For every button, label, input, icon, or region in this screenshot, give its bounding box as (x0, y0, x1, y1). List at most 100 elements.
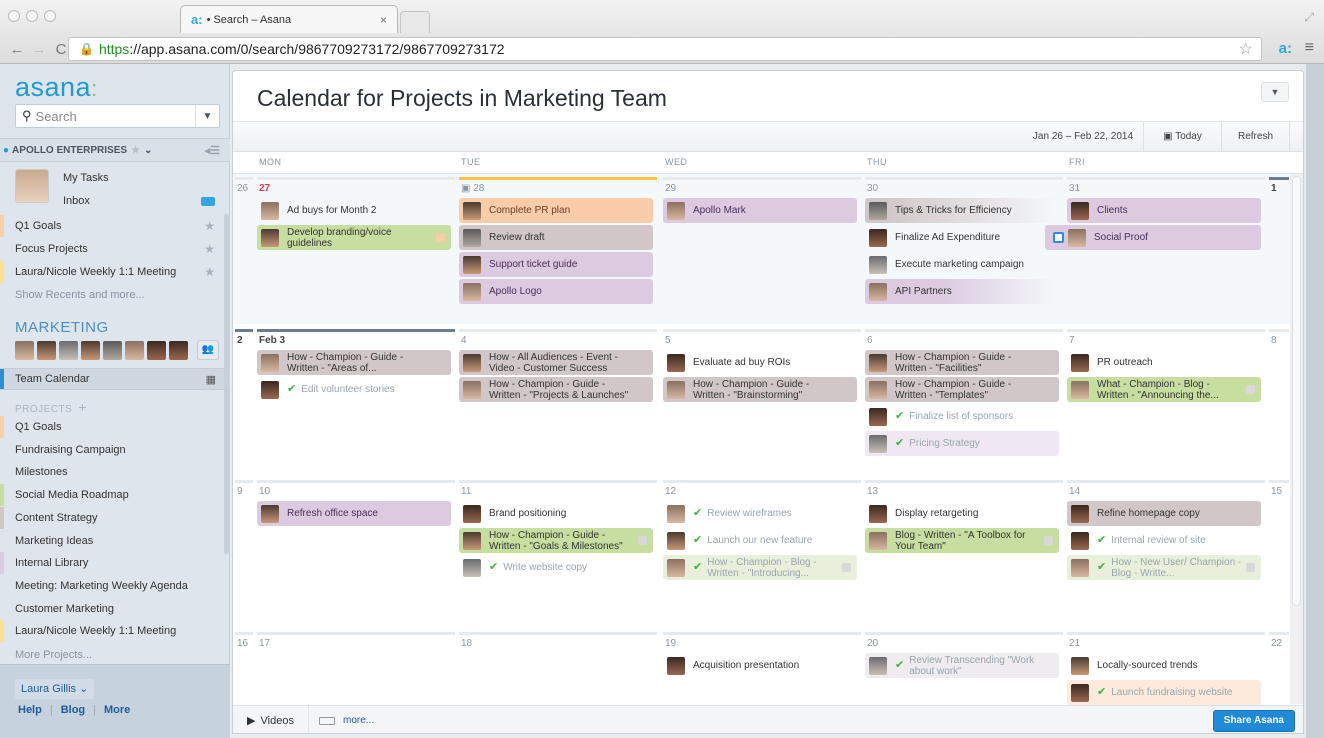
calendar-day-saturday[interactable]: 8 (1267, 326, 1291, 476)
assignee-avatar[interactable] (463, 255, 481, 274)
calendar-day[interactable]: 13 Display retargeting Blog - Written - "A… (863, 477, 1065, 627)
calendar-task[interactable]: ✔ Review wireframes (663, 501, 857, 526)
calendar-task[interactable]: ✔ Write website copy (459, 555, 653, 580)
sidebar-project-item[interactable]: Laura/Nicole Weekly 1:1 Meeting (0, 620, 230, 643)
minimize-window-button[interactable] (26, 10, 38, 22)
calendar-day[interactable]: 19 Acquisition presentation (661, 629, 863, 704)
calendar-task[interactable]: Refine homepage copy (1067, 501, 1261, 526)
avatar[interactable] (169, 341, 188, 360)
fullscreen-icon[interactable]: ⤢ (1304, 10, 1314, 25)
assignee-avatar[interactable] (667, 201, 685, 220)
title-dropdown-button[interactable]: ▼ (1261, 82, 1289, 102)
calendar-task[interactable]: Acquisition presentation (663, 653, 857, 678)
organization-switcher[interactable]: ● APOLLO ENTERPRISES ★ ⌄ ◂☰ (0, 138, 230, 162)
calendar-day[interactable]: 20 ✔ Review Transcending "Work about work" (863, 629, 1065, 704)
calendar-task[interactable]: How - Champion - Guide - Written - "Area… (257, 350, 451, 375)
calendar-day[interactable]: 17 (255, 629, 457, 704)
calendar-task[interactable]: Clients (1067, 198, 1261, 223)
today-button[interactable]: ▣ Today (1144, 122, 1222, 152)
search-input[interactable]: ⚲ Search ▼ (15, 104, 220, 128)
calendar-task[interactable]: ✔ Review Transcending "Work about work" (865, 653, 1059, 678)
calendar-task[interactable]: Social Proof (1045, 225, 1261, 250)
calendar-task[interactable]: Evaluate ad buy ROIs (663, 350, 857, 375)
assignee-avatar[interactable] (1071, 201, 1089, 220)
assignee-avatar[interactable] (261, 380, 279, 399)
calendar-task[interactable]: ✔ How - Champion - Blog - Written - "Intr… (663, 555, 857, 580)
assignee-avatar[interactable] (463, 228, 481, 247)
calendar-task[interactable]: Execute marketing campaign (865, 252, 1059, 277)
sidebar-favorite-item[interactable]: Q1 Goals ★ (0, 215, 230, 237)
avatar[interactable] (59, 341, 78, 360)
menu-icon[interactable]: ≡ (1305, 39, 1314, 57)
assignee-avatar[interactable] (667, 656, 685, 675)
sidebar-project-item[interactable]: Social Media Roadmap (0, 484, 230, 507)
sidebar-project-item[interactable]: Marketing Ideas (0, 530, 230, 552)
add-project-icon[interactable]: + (78, 399, 87, 415)
calendar-task[interactable]: API Partners (865, 279, 1059, 304)
calendar-task[interactable]: Ad buys for Month 2 (257, 198, 451, 223)
browser-tab[interactable]: a: • Search – Asana × (180, 5, 398, 33)
star-icon[interactable]: ★ (204, 265, 215, 279)
avatar[interactable] (15, 341, 34, 360)
calendar-task[interactable]: Refresh office space (257, 501, 451, 526)
team-members-button[interactable]: 👥 (197, 340, 219, 360)
calendar-task[interactable]: How - Champion - Guide - Written - "Faci… (865, 350, 1059, 375)
calendar-day[interactable]: 4 How - All Audiences - Event - Video - C… (457, 326, 659, 476)
assignee-avatar[interactable] (667, 380, 685, 399)
calendar-task[interactable]: ✔ Finalize list of sponsors (865, 404, 1059, 429)
sidebar-item-team-calendar[interactable]: Team Calendar ▦ (0, 368, 230, 390)
calendar-day[interactable]: 10 Refresh office space (255, 477, 457, 627)
team-name[interactable]: MARKETING (15, 319, 109, 336)
sidebar-project-item[interactable]: Internal Library (0, 552, 230, 575)
avatar[interactable] (15, 169, 49, 203)
calendar-day-sunday[interactable]: 16 (233, 629, 255, 704)
more-link[interactable]: More (104, 704, 130, 716)
calendar-task[interactable]: How - Champion - Guide - Written - "Goal… (459, 528, 653, 553)
calendar-day[interactable]: 11 Brand positioning How - Champion - Guid… (457, 477, 659, 627)
calendar-day[interactable]: 21 Locally-sourced trends ✔ Launch fundrais… (1065, 629, 1267, 705)
assignee-avatar[interactable] (869, 434, 887, 453)
calendar-day-sunday[interactable]: 26 (233, 174, 255, 324)
calendar-task[interactable]: ✔ Edit volunteer stories (257, 377, 451, 402)
calendar-task[interactable]: How - All Audiences - Event - Video - Cu… (459, 350, 653, 375)
assignee-avatar[interactable] (869, 656, 887, 675)
calendar-task[interactable]: ✔ Internal review of site (1067, 528, 1261, 553)
avatar[interactable] (103, 341, 122, 360)
assignee-avatar[interactable] (463, 201, 481, 220)
sidebar-favorite-item[interactable]: Laura/Nicole Weekly 1:1 Meeting ★ (0, 261, 230, 283)
calendar-task[interactable]: ✔ Launch fundraising website (1067, 680, 1261, 705)
assignee-avatar[interactable] (261, 353, 279, 372)
calendar-day[interactable]: 6 How - Champion - Guide - Written - "Fac… (863, 326, 1065, 476)
assignee-avatar[interactable] (869, 407, 887, 426)
calendar-task[interactable]: ✔ Pricing Strategy (865, 431, 1059, 456)
asana-logo[interactable]: asana: (15, 72, 98, 103)
sidebar-project-item[interactable]: Content Strategy (0, 506, 230, 529)
assignee-avatar[interactable] (667, 504, 685, 523)
assignee-avatar[interactable] (869, 504, 887, 523)
calendar-day[interactable]: 27 Ad buys for Month 2 Develop branding/vo… (255, 174, 457, 324)
assignee-avatar[interactable] (869, 380, 887, 399)
calendar-scrollbar[interactable] (1290, 174, 1303, 704)
back-icon[interactable]: ← (6, 41, 28, 58)
calendar-task[interactable]: How - Champion - Guide - Written - "Temp… (865, 377, 1059, 402)
checkbox-icon[interactable] (1053, 232, 1064, 243)
calendar-task[interactable]: Complete PR plan (459, 198, 653, 223)
sidebar-project-item[interactable]: Q1 Goals (0, 416, 230, 438)
assignee-avatar[interactable] (869, 282, 887, 301)
calendar-task[interactable]: PR outreach (1067, 350, 1261, 375)
calendar-day[interactable]: 7 PR outreach What - Champion - Blog - Wri… (1065, 326, 1267, 476)
bookmark-star-icon[interactable]: ☆ (1239, 39, 1253, 59)
assignee-avatar[interactable] (869, 531, 887, 550)
assignee-avatar[interactable] (261, 228, 279, 247)
close-tab-icon[interactable]: × (380, 13, 387, 27)
calendar-task[interactable]: How - Champion - Guide - Written - "Brai… (663, 377, 857, 402)
blog-link[interactable]: Blog (61, 704, 85, 716)
assignee-avatar[interactable] (1071, 531, 1089, 550)
collapse-sidebar-icon[interactable]: ◂☰ (205, 144, 220, 157)
assignee-avatar[interactable] (869, 228, 887, 247)
calendar-day-saturday[interactable]: 22 (1267, 629, 1291, 704)
calendar-day[interactable]: ▣ 28 Complete PR plan Review draft Support … (457, 174, 659, 324)
zoom-window-button[interactable] (44, 10, 56, 22)
calendar-day-saturday[interactable]: 1 (1267, 174, 1291, 324)
help-link[interactable]: Help (18, 704, 42, 716)
